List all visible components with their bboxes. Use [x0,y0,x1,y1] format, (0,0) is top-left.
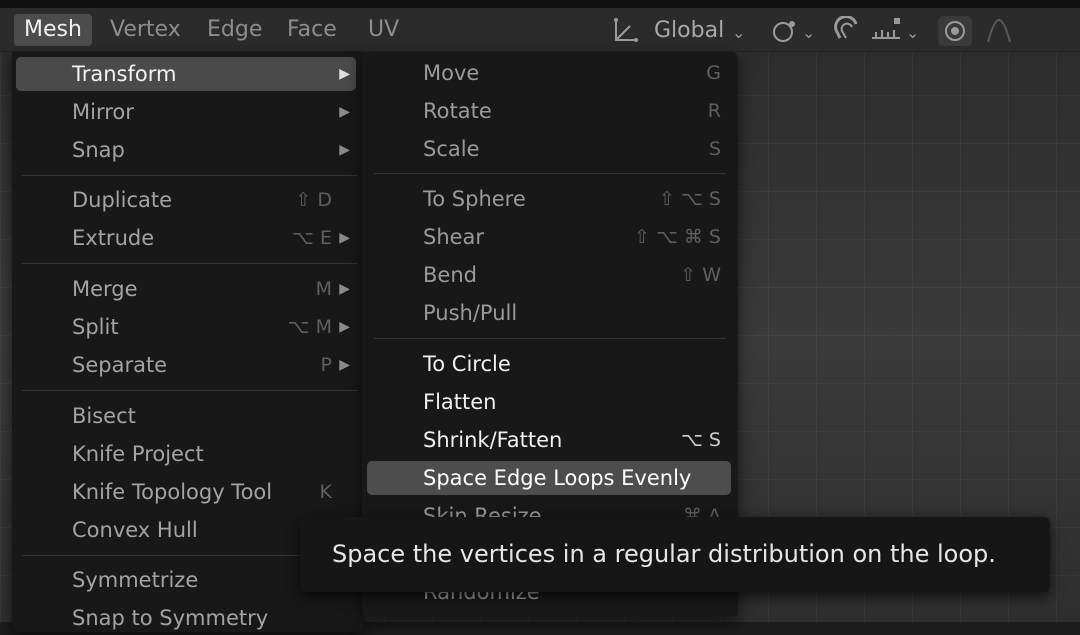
menu-item-label: Convex Hull [72,518,198,542]
menu-item-label: Knife Topology Tool [72,480,273,504]
menu-item-label: Knife Project [72,442,204,466]
menu-uv[interactable]: UV [358,14,409,46]
menu-separator [22,263,358,264]
falloff-curve-icon[interactable] [984,16,1014,46]
pivot-point-icon[interactable] [770,16,800,46]
submenu-arrow-icon: ▶ [339,104,350,120]
menu-item-label: Merge [72,277,138,301]
submenu-item-to-circle[interactable]: To Circle [367,347,731,381]
submenu-item-rotate[interactable]: Rotate R [367,94,731,128]
viewport-header: Mesh Vertex Edge Face UV Global ⌄ ⌄ ⌄ [0,8,1080,52]
menu-item-label: Split [72,315,119,339]
menu-separator [22,175,358,176]
snap-increment-icon[interactable] [870,16,904,46]
menu-item-label: Transform [72,62,177,86]
chevron-down-icon[interactable]: ⌄ [732,18,745,48]
menu-item-shortcut: R [707,100,721,122]
menu-item-snap[interactable]: Snap ▶ [16,133,356,167]
menu-item-label: Snap [72,138,125,162]
menu-vertex[interactable]: Vertex [100,14,191,46]
menu-item-shortcut: K [319,481,332,503]
menu-item-shortcut: G [706,62,721,84]
submenu-item-space-edge-loops-evenly[interactable]: Space Edge Loops Evenly [367,461,731,495]
proportional-edit-icon[interactable] [938,16,972,46]
menu-item-extrude[interactable]: Extrude ⌥ E ▶ [16,221,356,255]
chevron-down-icon[interactable]: ⌄ [906,18,919,48]
menu-item-knife-project[interactable]: Knife Project [16,437,356,471]
chevron-down-icon[interactable]: ⌄ [802,18,815,48]
menu-item-label: Mirror [72,100,134,124]
menu-item-label: To Sphere [423,187,526,211]
menu-item-shortcut: ⇧ ⌥ S [659,188,721,210]
menu-separator [22,390,358,391]
menu-separator [374,338,726,339]
submenu-item-move[interactable]: Move G [367,56,731,90]
menu-item-label: Rotate [423,99,492,123]
submenu-arrow-icon: ▶ [339,142,350,158]
menu-item-label: Snap to Symmetry [72,606,269,630]
menu-item-label: Separate [72,353,168,377]
menu-item-label: Scale [423,137,480,161]
menu-item-mirror[interactable]: Mirror ▶ [16,95,356,129]
submenu-item-scale[interactable]: Scale S [367,132,731,166]
menu-item-label: Bisect [72,404,136,428]
top-strip [0,0,1080,8]
submenu-arrow-icon: ▶ [339,230,350,246]
tooltip: Space the vertices in a regular distribu… [300,517,1050,592]
menu-item-shortcut: ⇧ ⌥ ⌘ S [634,226,721,248]
menu-item-label: Shear [423,225,485,249]
menu-item-duplicate[interactable]: Duplicate ⇧ D [16,183,356,217]
menu-item-label: Space Edge Loops Evenly [423,466,692,490]
menu-item-shortcut: ⌥ M [287,316,332,338]
transform-orientation-icon[interactable] [610,16,642,46]
menu-item-snap-to-symmetry[interactable]: Snap to Symmetry [16,601,356,635]
menu-item-label: Bend [423,263,477,287]
menu-item-split[interactable]: Split ⌥ M ▶ [16,310,356,344]
menu-item-label: To Circle [423,352,511,376]
magnet-snap-icon[interactable] [832,15,864,46]
submenu-item-shrink-fatten[interactable]: Shrink/Fatten ⌥ S [367,423,731,457]
menu-item-shortcut: ⇧ D [295,189,332,211]
submenu-item-push-pull[interactable]: Push/Pull [367,296,731,330]
menu-item-label: Move [423,61,480,85]
menu-edge[interactable]: Edge [197,14,272,46]
menu-item-label: Extrude [72,226,155,250]
menu-item-shortcut: ⌥ E [292,227,332,249]
menu-item-shortcut: ⇧ W [680,264,721,286]
submenu-item-bend[interactable]: Bend ⇧ W [367,258,731,292]
submenu-item-flatten[interactable]: Flatten [367,385,731,419]
submenu-arrow-icon: ▶ [339,281,350,297]
menu-item-label: Duplicate [72,188,173,212]
submenu-item-to-sphere[interactable]: To Sphere ⇧ ⌥ S [367,182,731,216]
menu-item-label: Shrink/Fatten [423,428,563,452]
submenu-item-shear[interactable]: Shear ⇧ ⌥ ⌘ S [367,220,731,254]
menu-item-separate[interactable]: Separate P ▶ [16,348,356,382]
menu-separator [374,173,726,174]
menu-item-shortcut: S [708,138,721,160]
submenu-arrow-icon: ▶ [339,357,350,373]
menu-item-knife-topology-tool[interactable]: Knife Topology Tool K [16,475,356,509]
menu-item-shortcut: P [320,354,332,376]
menu-item-label: Push/Pull [423,301,518,325]
orientation-dropdown[interactable]: Global [654,16,724,46]
menu-item-label: Flatten [423,390,497,414]
menu-item-shortcut: ⌥ S [681,429,721,451]
menu-mesh[interactable]: Mesh [14,14,92,46]
menu-item-bisect[interactable]: Bisect [16,399,356,433]
menu-item-merge[interactable]: Merge M ▶ [16,272,356,306]
menu-item-shortcut: M [315,278,332,300]
submenu-arrow-icon: ▶ [339,66,350,82]
submenu-arrow-icon: ▶ [339,319,350,335]
menu-face[interactable]: Face [277,14,347,46]
menu-item-transform[interactable]: Transform ▶ [16,57,356,91]
menu-item-label: Symmetrize [72,568,199,592]
